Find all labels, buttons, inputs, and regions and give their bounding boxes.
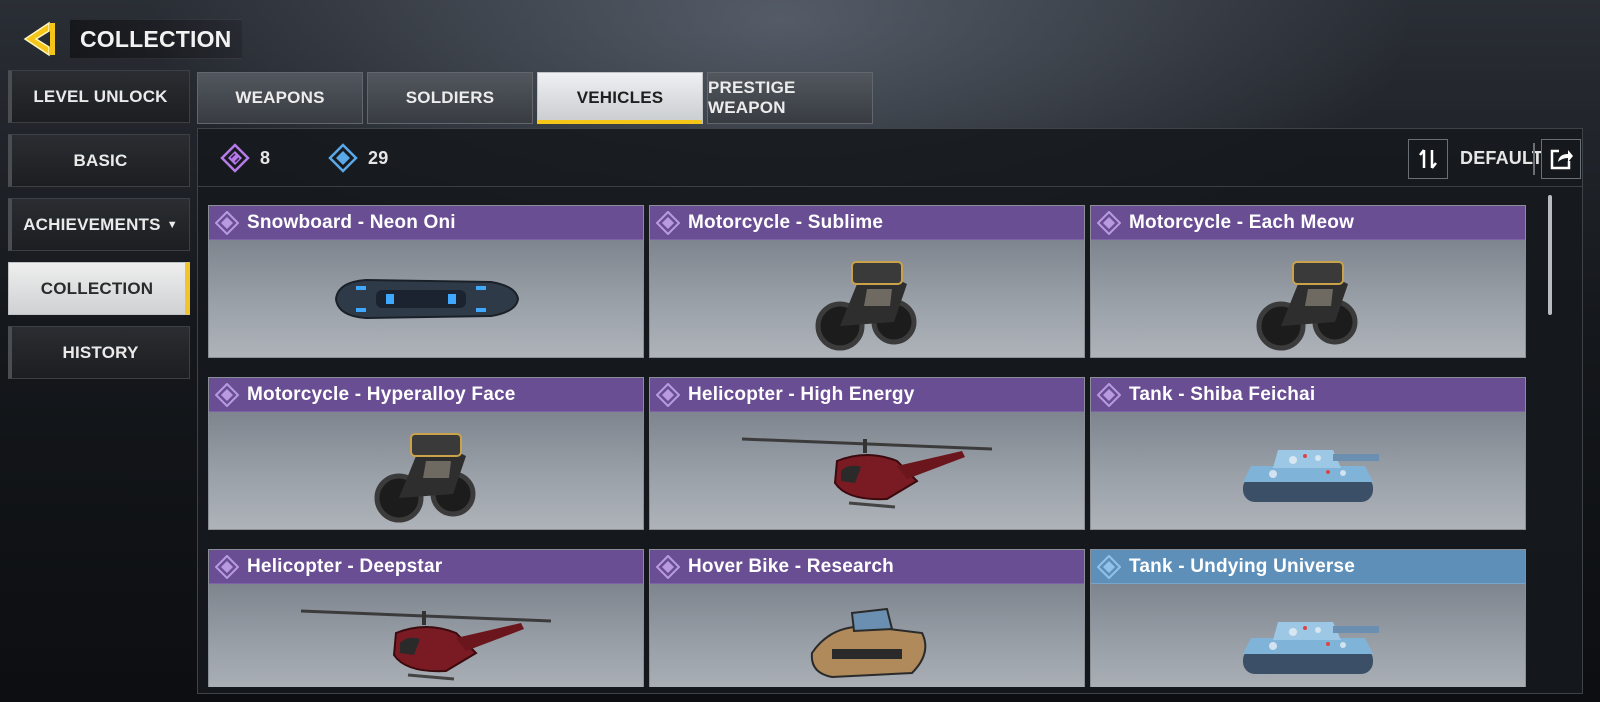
tab-vehicles[interactable]: VEHICLES [537,72,703,124]
sort-button[interactable] [1408,139,1448,179]
rare-count-stat: 29 [328,143,388,173]
vehicle-card[interactable]: Tank - Shiba Feichai [1090,377,1526,530]
vehicle-image [209,412,643,529]
panel-toolbar: 8 29 DEFAULT [198,129,1582,187]
epic-rarity-icon [220,143,250,173]
rare-count: 29 [368,147,389,168]
sort-icon [1419,149,1437,169]
vehicle-card[interactable]: Tank - Undying Universe [1090,549,1526,687]
sidebar-item-label: LEVEL UNLOCK [33,86,168,106]
sidebar-item-history[interactable]: HISTORY [8,326,190,379]
epic-rarity-icon [1097,382,1121,407]
epic-rarity-icon [656,382,680,407]
sidebar-item-collection[interactable]: COLLECTION [8,262,190,315]
card-header: Helicopter - High Energy [650,378,1084,412]
vehicle-card[interactable]: Snowboard - Neon Oni [208,205,644,358]
card-header: Hover Bike - Research [650,550,1084,584]
sidebar-item-basic[interactable]: BASIC [8,134,190,187]
caret-down-icon: ▼ [166,218,178,231]
sidebar-item-level-unlock[interactable]: LEVEL UNLOCK [8,70,190,123]
page-title: COLLECTION [70,19,242,59]
epic-rarity-icon [1097,210,1121,235]
vehicle-card[interactable]: Helicopter - High Energy [649,377,1085,530]
back-button[interactable] [18,18,60,60]
card-title: Motorcycle - Sublime [688,211,884,233]
vehicle-image [209,584,643,687]
card-title: Motorcycle - Each Meow [1129,211,1355,233]
vehicle-card[interactable]: Motorcycle - Each Meow [1090,205,1526,358]
epic-count: 8 [260,147,271,168]
card-header: Tank - Shiba Feichai [1091,378,1525,412]
header: COLLECTION [18,18,242,60]
vehicle-image [650,240,1084,357]
card-title: Helicopter - High Energy [688,383,915,405]
rare-rarity-icon [1097,554,1121,579]
epic-rarity-icon [215,554,239,579]
vehicle-image [209,240,643,357]
card-title: Tank - Undying Universe [1129,555,1355,577]
tab-soldiers[interactable]: SOLDIERS [367,72,533,124]
export-button[interactable] [1541,139,1581,179]
card-header: Helicopter - Deepstar [209,550,643,584]
back-arrow-icon [23,21,55,57]
vehicle-image [650,584,1084,687]
epic-count-stat: 8 [220,143,270,173]
vehicle-image [1091,584,1525,687]
card-title: Helicopter - Deepstar [247,555,443,577]
vehicle-image [650,412,1084,529]
card-title: Snowboard - Neon Oni [247,211,456,233]
vehicle-image [1091,240,1525,357]
epic-rarity-icon [656,554,680,579]
card-title: Motorcycle - Hyperalloy Face [247,383,516,405]
vehicle-card[interactable]: Motorcycle - Hyperalloy Face [208,377,644,530]
sidebar-item-label: ACHIEVEMENTS [23,214,161,234]
toolbar-divider [1533,143,1535,175]
rare-rarity-icon [328,143,358,173]
sort-label[interactable]: DEFAULT [1460,148,1543,169]
sidebar-item-achievements[interactable]: ACHIEVEMENTS ▼ [8,198,190,251]
vehicle-grid: Snowboard - Neon Oni Motorcycle - Sublime… [208,205,1538,687]
card-header: Snowboard - Neon Oni [209,206,643,240]
card-header: Motorcycle - Hyperalloy Face [209,378,643,412]
vehicle-card[interactable]: Motorcycle - Sublime [649,205,1085,358]
epic-rarity-icon [215,382,239,407]
card-title: Hover Bike - Research [688,555,894,577]
sidebar-item-label: BASIC [73,150,128,170]
tab-prestige-weapon[interactable]: PRESTIGE WEAPON [707,72,873,124]
vehicle-card[interactable]: Helicopter - Deepstar [208,549,644,687]
card-header: Tank - Undying Universe [1091,550,1525,584]
export-icon [1550,149,1573,170]
sidebar: LEVEL UNLOCK BASIC ACHIEVEMENTS ▼ COLLEC… [8,70,190,390]
tab-weapons[interactable]: WEAPONS [197,72,363,124]
collection-panel: 8 29 DEFAULT Snowboard - Neon Oni Motorcy… [197,128,1583,694]
sidebar-item-label: HISTORY [62,342,139,362]
sidebar-item-label: COLLECTION [40,278,154,298]
epic-rarity-icon [215,210,239,235]
card-title: Tank - Shiba Feichai [1129,383,1316,405]
scrollbar[interactable] [1548,195,1552,315]
epic-rarity-icon [656,210,680,235]
card-header: Motorcycle - Each Meow [1091,206,1525,240]
category-tabs: WEAPONS SOLDIERS VEHICLES PRESTIGE WEAPO… [197,72,877,124]
vehicle-card[interactable]: Hover Bike - Research [649,549,1085,687]
card-header: Motorcycle - Sublime [650,206,1084,240]
vehicle-image [1091,412,1525,529]
